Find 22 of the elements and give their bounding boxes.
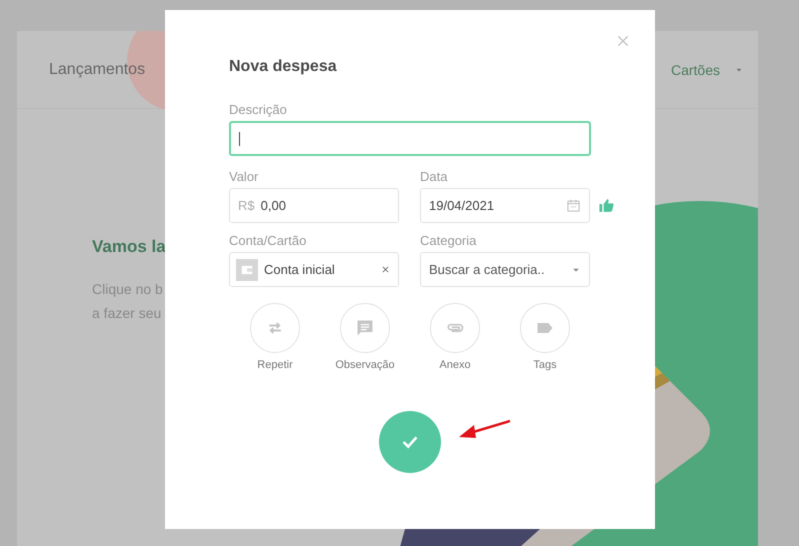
intro-text: a fazer seu bbox=[92, 304, 162, 323]
dialog-title: Nova despesa bbox=[229, 58, 338, 76]
amount-value: 0,00 bbox=[260, 198, 286, 213]
date-value: 19/04/2021 bbox=[429, 198, 494, 213]
field-label: Conta/Cartão bbox=[229, 233, 308, 248]
intro-heading: Vamos la bbox=[92, 237, 165, 257]
field-label: Descrição bbox=[229, 102, 288, 117]
action-label: Anexo bbox=[439, 359, 471, 371]
action-label: Tags bbox=[533, 359, 557, 371]
action-label: Repetir bbox=[257, 359, 293, 371]
field-label: Categoria bbox=[420, 233, 478, 248]
account-value: Conta inicial bbox=[264, 262, 336, 277]
date-field[interactable]: 19/04/2021 bbox=[420, 188, 590, 223]
amount-field[interactable]: R$ 0,00 bbox=[229, 188, 399, 223]
select-placeholder: Buscar a categoria.. bbox=[429, 262, 545, 277]
action-label: Observação bbox=[335, 359, 395, 371]
field-label: Valor bbox=[229, 169, 260, 184]
currency-prefix: R$ bbox=[238, 198, 255, 213]
intro-text: Clique no b bbox=[92, 280, 164, 299]
field-label: Data bbox=[420, 169, 448, 184]
account-field[interactable]: Conta inicial bbox=[229, 252, 399, 287]
category-select[interactable]: Buscar a categoria.. bbox=[420, 252, 590, 287]
